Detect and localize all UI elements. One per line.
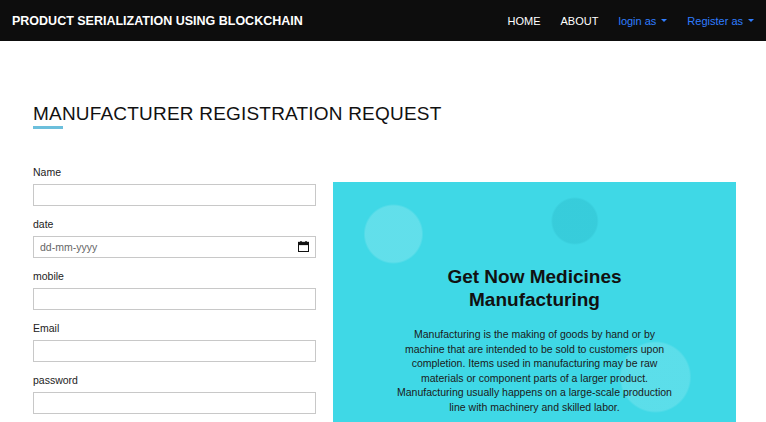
panel-text: Manufacturing is the making of goods by … — [397, 327, 672, 414]
nav-link[interactable]: login as — [618, 15, 667, 27]
navbar: PRODUCT SERIALIZATION USING BLOCKCHAIN HO… — [0, 0, 766, 41]
field-label: Name — [33, 165, 316, 179]
nav-link[interactable]: ABOUT — [561, 15, 599, 27]
title-underline — [33, 126, 63, 129]
title-block: MANUFACTURER REGISTRATION REQUEST — [33, 102, 736, 129]
form-field: Email — [33, 321, 316, 362]
nav-link[interactable]: Register as — [687, 15, 754, 27]
nav-link[interactable]: HOME — [508, 15, 541, 27]
nav-links: HOME ABOUT login as Register as — [508, 15, 754, 27]
registration-form: Name date mobile Email password — [33, 165, 316, 422]
caret-icon — [661, 19, 667, 22]
input-wrap — [33, 184, 316, 206]
text-input[interactable] — [33, 236, 316, 258]
caret-icon — [748, 19, 754, 22]
page-title: MANUFACTURER REGISTRATION REQUEST — [33, 102, 736, 126]
field-label: password — [33, 373, 316, 387]
input-wrap — [33, 392, 316, 414]
input-wrap — [33, 236, 316, 258]
brand[interactable]: PRODUCT SERIALIZATION USING BLOCKCHAIN — [12, 14, 303, 28]
field-label: date — [33, 217, 316, 231]
form-field: mobile — [33, 269, 316, 310]
form-field: password — [33, 373, 316, 414]
content: MANUFACTURER REGISTRATION REQUEST Name dat… — [0, 41, 766, 422]
text-input[interactable] — [33, 288, 316, 310]
page: PRODUCT SERIALIZATION USING BLOCKCHAIN HO… — [0, 0, 766, 422]
form-field: date — [33, 217, 316, 258]
field-label: mobile — [33, 269, 316, 283]
promo-panel: Get Now Medicines Manufacturing Manufactu… — [333, 182, 736, 422]
field-label: Email — [33, 321, 316, 335]
input-wrap — [33, 340, 316, 362]
calendar-icon[interactable] — [298, 241, 309, 252]
form-field: Name — [33, 165, 316, 206]
registration-layout: Name date mobile Email password Get Now Medic… — [33, 165, 736, 422]
input-wrap — [33, 288, 316, 310]
text-input[interactable] — [33, 340, 316, 362]
text-input[interactable] — [33, 392, 316, 414]
panel-heading: Get Now Medicines Manufacturing — [425, 265, 645, 311]
text-input[interactable] — [33, 184, 316, 206]
